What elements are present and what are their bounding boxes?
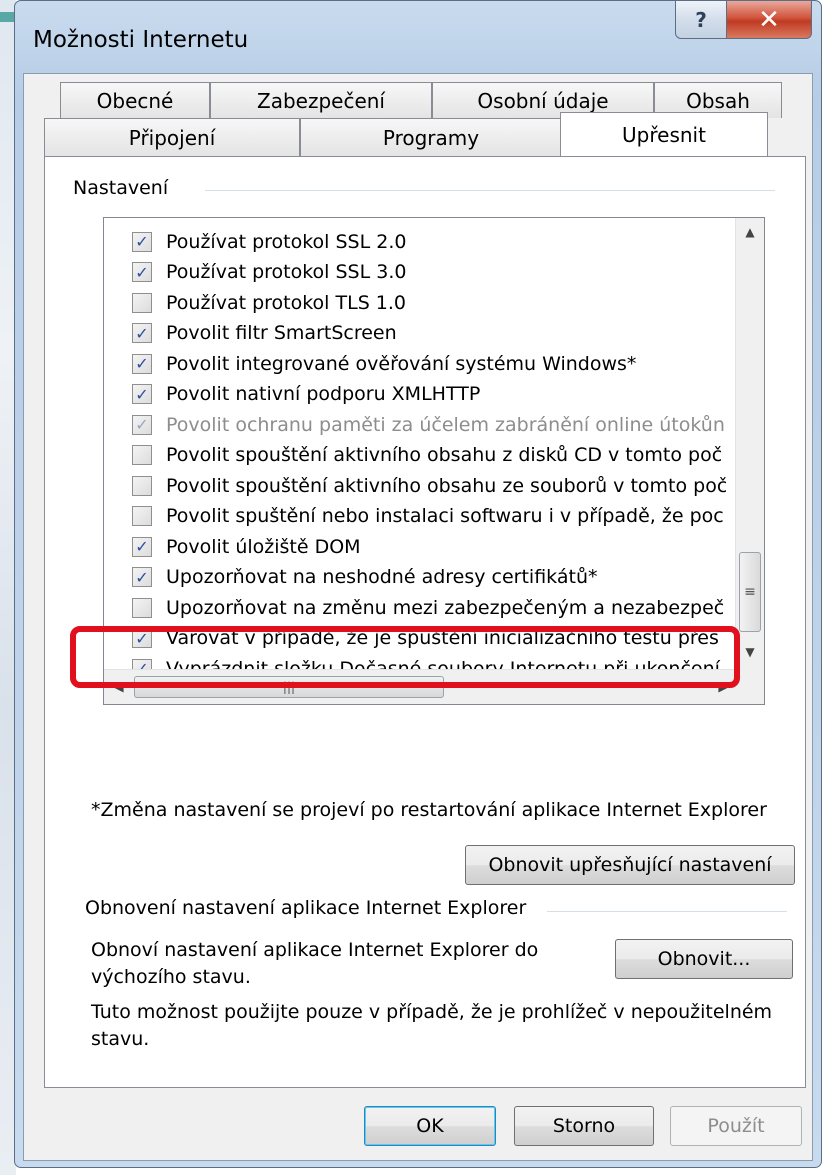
- checkbox[interactable]: ✓: [132, 262, 152, 282]
- settings-list-item-label: Povolit filtr SmartScreen: [166, 322, 397, 344]
- settings-list-item[interactable]: ✓ Povolit filtr SmartScreen: [104, 318, 738, 349]
- apply-button[interactable]: Použít: [670, 1106, 802, 1146]
- checkbox[interactable]: ✓: [132, 353, 152, 374]
- tab-security[interactable]: Zabezpečení: [210, 82, 432, 118]
- scroll-up-icon[interactable]: ▲: [736, 218, 764, 246]
- settings-list-item[interactable]: Povolit spouštění aktivního obsahu z dis…: [104, 440, 738, 471]
- reset-button[interactable]: Obnovit...: [615, 939, 793, 979]
- checkbox[interactable]: ✓: [132, 536, 152, 557]
- dialog-client-area: Obecné Zabezpečení Osobní údaje Obsah Př…: [23, 73, 813, 1161]
- settings-list-item-label: Povolit ochranu paměti za účelem zabráně…: [166, 413, 725, 436]
- checkmark-icon: ✓: [135, 262, 149, 282]
- settings-list-item[interactable]: Povolit spouštění aktivního obsahu ze so…: [104, 470, 738, 501]
- settings-list-item[interactable]: ✓ Upozorňovat na neshodné adresy certifik…: [104, 562, 738, 593]
- restore-advanced-button[interactable]: Obnovit upřesňující nastavení: [465, 845, 795, 885]
- tab-connections[interactable]: Připojení: [44, 118, 300, 156]
- checkbox[interactable]: [132, 292, 152, 313]
- scroll-down-icon[interactable]: ▼: [736, 638, 764, 666]
- settings-list-item-label: Povolit nativní podporu XMLHTTP: [166, 383, 481, 405]
- checkmark-icon: ✓: [135, 323, 149, 343]
- settings-list-item[interactable]: ✓ Povolit integrované ověřování systému W…: [104, 348, 738, 379]
- reset-group-label: Obnovení nastavení aplikace Internet Exp…: [85, 897, 533, 919]
- reset-group-divider: [547, 911, 787, 912]
- settings-list-item-label: Používat protokol SSL 2.0: [166, 230, 407, 253]
- checkmark-icon: ✓: [135, 384, 149, 404]
- settings-list-item[interactable]: Povolit spuštění nebo instalaci softwaru…: [104, 501, 738, 532]
- checkmark-icon: ✓: [135, 354, 149, 373]
- settings-list-item-label: Upozorňovat na neshodné adresy certifiká…: [166, 566, 598, 588]
- settings-list-item-label: Povolit integrované ověřování systému Wi…: [166, 352, 637, 375]
- settings-list-item[interactable]: ✓ Používat protokol SSL 3.0: [104, 257, 738, 288]
- tab-programs[interactable]: Programy: [300, 118, 562, 156]
- title-bar[interactable]: Možnosti Internetu ? ✕: [15, 1, 821, 73]
- checkbox[interactable]: ✓: [132, 323, 152, 343]
- checkbox[interactable]: [132, 597, 152, 618]
- settings-list-item-label: Povolit spouštění aktivního obsahu ze so…: [166, 474, 726, 497]
- ok-button[interactable]: OK: [364, 1106, 496, 1146]
- settings-list-item[interactable]: ✓ Povolit ochranu paměti za účelem zabrán…: [104, 409, 738, 440]
- settings-list-item-label: Povolit spuštění nebo instalaci softwaru…: [166, 505, 724, 527]
- window-title: Možnosti Internetu: [33, 27, 249, 53]
- help-button[interactable]: ?: [675, 1, 727, 39]
- checkmark-icon: ✓: [135, 537, 149, 556]
- highlight-annotation: [70, 626, 740, 688]
- settings-list-item[interactable]: ✓ Používat protokol SSL 2.0: [104, 226, 738, 257]
- restart-note: *Změna nastavení se projeví po restartov…: [91, 799, 767, 821]
- checkbox[interactable]: [132, 475, 152, 496]
- settings-group-divider: [205, 190, 775, 191]
- tab-general[interactable]: Obecné: [60, 82, 210, 118]
- checkbox[interactable]: [132, 445, 152, 465]
- checkbox[interactable]: ✓: [132, 384, 152, 404]
- advanced-tab-panel: Nastavení ✓ Používat protokol SSL 2.0 ✓ Pou…: [44, 156, 806, 1088]
- checkbox[interactable]: ✓: [132, 414, 152, 435]
- settings-list-item[interactable]: Upozorňovat na změnu mezi zabezpečeným a…: [104, 592, 738, 623]
- checkmark-icon: ✓: [135, 567, 149, 587]
- scroll-corner: [736, 670, 764, 704]
- reset-warning: Tuto možnost použijte pouze v případě, ž…: [91, 1001, 773, 1050]
- checkbox[interactable]: ✓: [132, 231, 152, 252]
- settings-list-item[interactable]: ✓ Povolit úložiště DOM: [104, 531, 738, 562]
- checkbox[interactable]: ✓: [132, 567, 152, 587]
- settings-list-item-label: Upozorňovat na změnu mezi zabezpečeným a…: [166, 596, 725, 619]
- checkmark-icon: ✓: [135, 232, 149, 251]
- checkmark-icon: ✓: [135, 415, 149, 434]
- grip-icon: ≡: [744, 584, 756, 600]
- settings-list-item-label: Používat protokol TLS 1.0: [166, 291, 407, 314]
- internet-options-dialog: Možnosti Internetu ? ✕ Obecné Zabezpečen…: [14, 0, 822, 1168]
- settings-list-item-label: Používat protokol SSL 3.0: [166, 261, 407, 283]
- vertical-scroll-thumb[interactable]: ≡: [739, 552, 761, 632]
- help-icon: ?: [695, 7, 707, 32]
- settings-list-item-label: Povolit spouštění aktivního obsahu z dis…: [166, 444, 723, 466]
- settings-group-label: Nastavení: [73, 177, 175, 199]
- reset-description: Obnoví nastavení aplikace Internet Explo…: [91, 939, 539, 988]
- close-icon: ✕: [758, 4, 780, 35]
- close-button[interactable]: ✕: [726, 1, 812, 39]
- checkbox[interactable]: [132, 506, 152, 526]
- vertical-scrollbar[interactable]: ▲ ≡ ▼: [735, 218, 764, 670]
- settings-list-item[interactable]: Používat protokol TLS 1.0: [104, 287, 738, 318]
- settings-list-item[interactable]: ✓ Povolit nativní podporu XMLHTTP: [104, 379, 738, 410]
- settings-list-item-label: Povolit úložiště DOM: [166, 535, 361, 558]
- tab-advanced[interactable]: Upřesnit: [560, 112, 768, 156]
- cancel-button[interactable]: Storno: [514, 1106, 654, 1146]
